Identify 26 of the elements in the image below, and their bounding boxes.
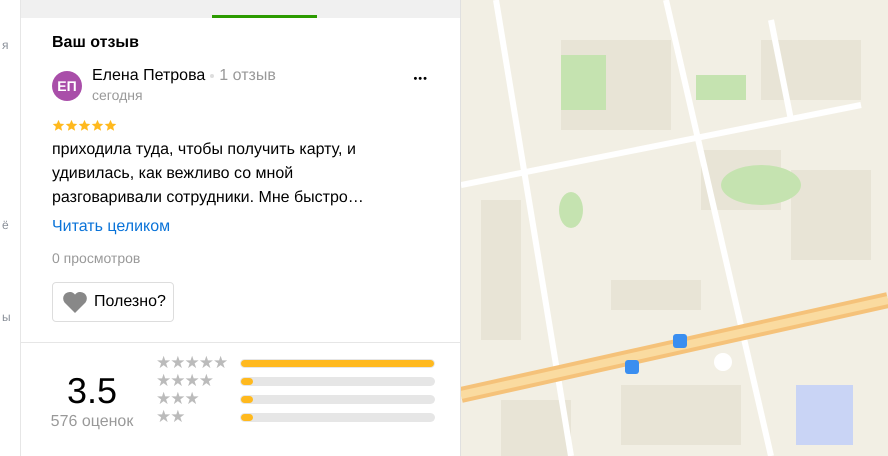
user-avatar: ЕП xyxy=(52,71,82,101)
map-drawing[interactable] xyxy=(461,0,888,456)
star-label: ★★★★★ xyxy=(156,355,228,371)
view-count: 0 просмотров xyxy=(52,250,142,266)
star-icon xyxy=(91,119,104,132)
review-text: приходила туда, чтобы получить карту, и удивилась, как вежливо со мной разговаривали сотрудники. Мне быстро… xyxy=(52,140,365,208)
star-icon xyxy=(65,119,78,132)
sidebar-label[interactable]: я xyxy=(2,38,20,52)
heart-icon xyxy=(62,291,88,313)
rating-score: 3.5 xyxy=(66,371,118,411)
read-more-link[interactable]: Читать целиком xyxy=(52,218,170,236)
sidebar-label[interactable]: ё xyxy=(2,218,20,232)
star-icon xyxy=(78,119,91,132)
star-label: ★★★ xyxy=(156,391,200,407)
sidebar-label[interactable]: ы xyxy=(2,310,20,324)
review-date: сегодня xyxy=(92,87,143,103)
rating-count: 576 оценок xyxy=(50,413,134,431)
more-button[interactable]: ••• xyxy=(413,73,428,85)
helpful-button[interactable]: Полезно? xyxy=(52,282,174,322)
review-count: 1 отзыв xyxy=(219,67,276,85)
author-name[interactable]: Елена Петрова xyxy=(92,67,206,85)
section-heading: Ваш отзыв xyxy=(52,34,140,53)
star-icon xyxy=(104,119,117,132)
star-label: ★★ xyxy=(156,409,186,425)
star-label: ★★★★ xyxy=(156,373,214,389)
star-icon xyxy=(52,119,65,132)
